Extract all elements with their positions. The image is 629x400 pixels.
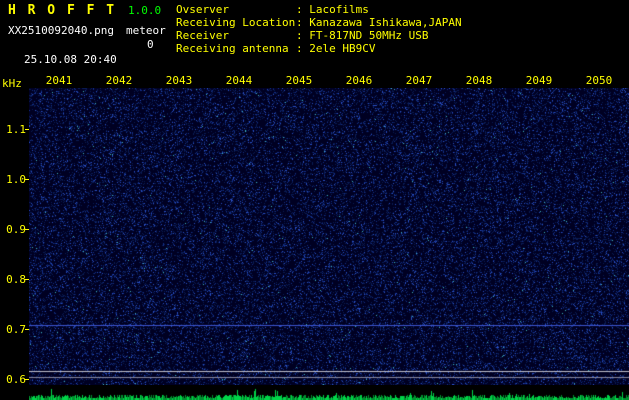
time-label: 2050 xyxy=(585,74,613,87)
freq-label: 1.0 xyxy=(6,173,26,186)
time-label: 2045 xyxy=(285,74,313,87)
time-label: 2049 xyxy=(525,74,553,87)
signal-level-canvas xyxy=(29,385,629,400)
info-row-receiver: Receiver: FT-817ND 50MHz USB xyxy=(176,29,462,42)
info-label: Receiving Location xyxy=(176,16,296,29)
time-label: 2047 xyxy=(405,74,433,87)
time-label: 2044 xyxy=(225,74,253,87)
time-label: 2042 xyxy=(105,74,133,87)
info-separator: : xyxy=(296,16,310,29)
output-filename: XX2510092040.png xyxy=(8,24,114,37)
info-value: 2ele HB9CV xyxy=(309,42,376,55)
info-row-antenna: Receiving antenna: 2ele HB9CV xyxy=(176,42,462,55)
freq-label: 0.6 xyxy=(6,373,26,386)
freq-label: 1.1 xyxy=(6,123,26,136)
info-value: Kanazawa Ishikawa,JAPAN xyxy=(309,16,462,29)
info-separator: : xyxy=(296,3,310,16)
spectrogram-canvas xyxy=(29,88,629,385)
app-version: 1.0.0 xyxy=(128,4,162,17)
y-axis-unit: kHz xyxy=(2,77,22,90)
meteor-echo-count: 0 xyxy=(147,38,154,51)
app-title: H R O F F T xyxy=(8,3,117,18)
mode-label: meteor xyxy=(126,24,166,37)
time-label: 2048 xyxy=(465,74,493,87)
freq-label: 0.9 xyxy=(6,223,26,236)
info-label: Ovserver xyxy=(176,3,229,16)
info-value: Lacofilms xyxy=(309,3,369,16)
time-axis: 2041 2042 2043 2044 2045 2046 2047 2048 2049 2050 xyxy=(29,74,629,87)
freq-label: 0.8 xyxy=(6,273,26,286)
time-label: 2041 xyxy=(45,74,73,87)
timestamp: 25.10.08 20:40 xyxy=(24,53,117,66)
info-separator: : xyxy=(296,42,310,55)
station-info: Ovserver: Lacofilms Receiving Location: … xyxy=(176,3,462,55)
info-label: Receiving antenna xyxy=(176,42,289,55)
freq-label: 0.7 xyxy=(6,323,26,336)
info-label: Receiver xyxy=(176,29,229,42)
info-separator: : xyxy=(296,29,310,42)
time-label: 2046 xyxy=(345,74,373,87)
info-row-observer: Ovserver: Lacofilms xyxy=(176,3,462,16)
hrofft-screen: H R O F F T 1.0.0 XX2510092040.png meteo… xyxy=(0,0,629,400)
time-label: 2043 xyxy=(165,74,193,87)
info-value: FT-817ND 50MHz USB xyxy=(309,29,429,42)
info-row-location: Receiving Location: Kanazawa Ishikawa,JA… xyxy=(176,16,462,29)
